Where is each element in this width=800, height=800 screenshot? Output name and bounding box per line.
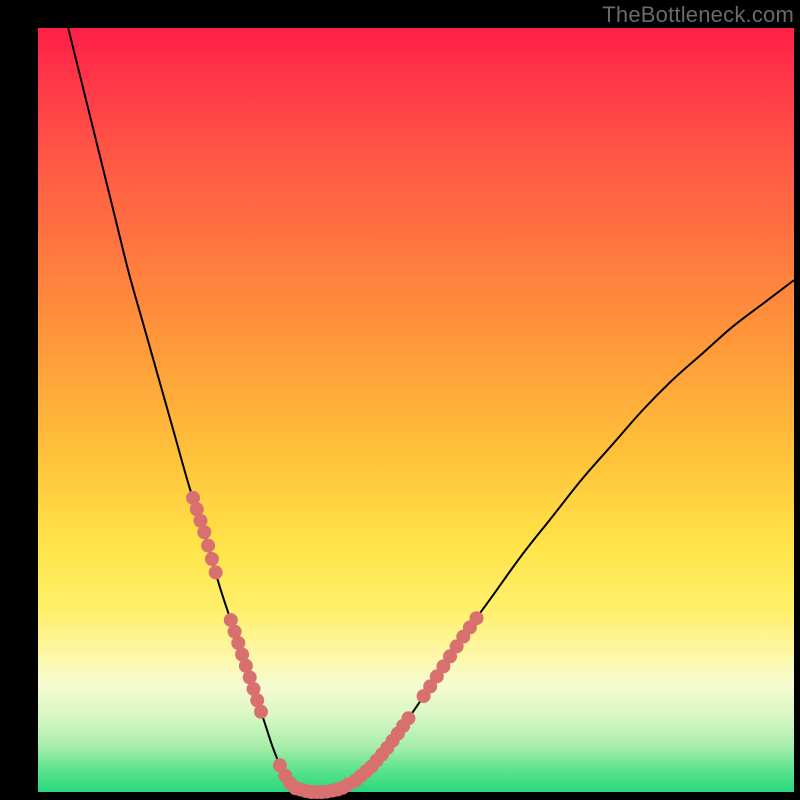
data-dot: [209, 565, 223, 579]
data-dot: [401, 711, 415, 725]
data-dot: [470, 611, 484, 625]
dot-cluster-left-upper: [186, 491, 223, 580]
chart-svg: [0, 0, 800, 800]
data-dot: [201, 539, 215, 553]
dot-cluster-left-lower: [224, 613, 268, 719]
dot-cluster-valley: [273, 758, 355, 799]
data-dot: [197, 525, 211, 539]
data-dot: [205, 552, 219, 566]
attribution-label: TheBottleneck.com: [602, 2, 794, 28]
dot-cluster-right-lower: [349, 711, 416, 787]
dot-cluster-right-upper: [417, 611, 484, 703]
data-dot: [254, 705, 268, 719]
chart-frame: TheBottleneck.com: [0, 0, 800, 800]
